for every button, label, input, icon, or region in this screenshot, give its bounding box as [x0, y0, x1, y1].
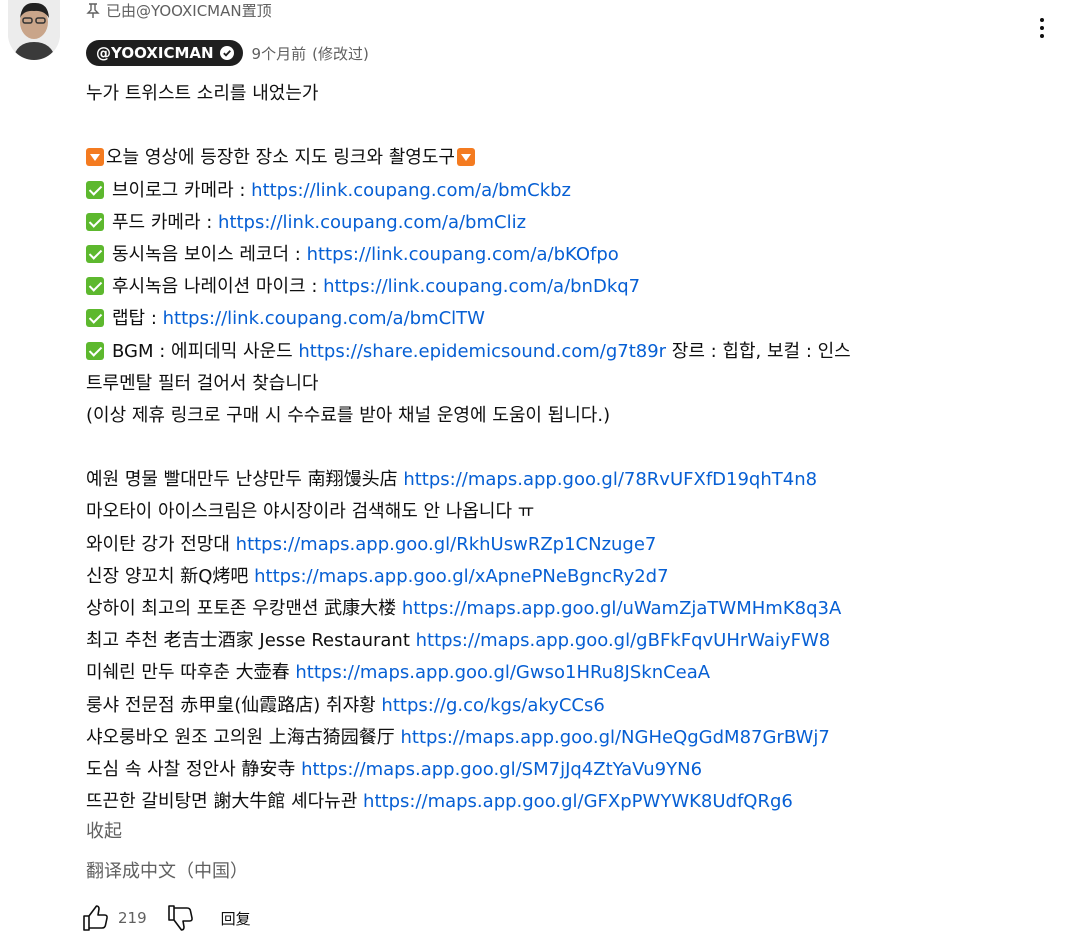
place-label: 뜨끈한 갈비탕면 謝大牛館 셰다뉴관 [86, 791, 364, 813]
place-label: 샤오룽바오 원조 고의원 上海古猗园餐厅 [86, 726, 401, 748]
pinned-indicator: 已由@YOOXICMAN置顶 [86, 0, 272, 22]
comment-line: 와이탄 강가 전망대 https://maps.app.goo.gl/RkhUs… [86, 529, 1046, 561]
comment-text: 누가 트위스트 소리를 내었는가 [86, 83, 319, 104]
comment-line: 브이로그 카메라 : https://link.coupang.com/a/bm… [86, 175, 1046, 207]
place-map-link[interactable]: https://maps.app.goo.gl/78RvUFXfD19qhT4n… [403, 469, 817, 490]
check-mark-button-emoji [86, 180, 104, 199]
place-map-link[interactable]: https://maps.app.goo.gl/gBFkFqvUHrWaiyFW… [416, 630, 831, 651]
orange-down-triangle-emoji [86, 148, 104, 167]
place-label: 신장 양꼬치 新Q烤吧 [86, 565, 255, 587]
place-label: 와이탄 강가 전망대 [86, 533, 236, 555]
gear-label: BGM : 에피데믹 사운드 [112, 340, 299, 362]
gear-link[interactable]: https://link.coupang.com/a/bnDkq7 [323, 276, 640, 297]
comment-meta: 9个月前 (修改过) [252, 43, 369, 64]
author-chip[interactable]: @YOOXICMAN [86, 40, 243, 66]
comment-line: 룽샤 전문점 赤甲皇(仙霞路店) 취쟈황 https://g.co/kgs/ak… [86, 690, 1046, 722]
reply-button[interactable]: 回复 [221, 908, 251, 929]
verified-check-icon [219, 46, 234, 60]
translate-button[interactable]: 翻译成中文（中国） [86, 857, 248, 883]
comment-text: (이상 제휴 링크로 구매 시 수수료를 받아 채널 운영에 도움이 됩니다.) [86, 404, 611, 426]
comment-text: 트루멘탈 필터 걸어서 찾습니다 [86, 372, 319, 394]
comment-line: BGM : 에피데믹 사운드 https://share.epidemicsou… [86, 336, 1046, 368]
gear-link[interactable]: https://share.epidemicsound.com/g7t89r [298, 341, 666, 362]
gear-link[interactable]: https://link.coupang.com/a/bmCliz [218, 212, 526, 233]
check-mark-button-emoji [86, 309, 104, 328]
place-map-link[interactable]: https://g.co/kgs/akyCCs6 [381, 695, 604, 716]
comment-line: 예원 명물 빨대만두 난샹만두 南翔馒头店 https://maps.app.g… [86, 464, 1046, 496]
gear-label: 동시녹음 보이스 레코더 : [112, 243, 307, 265]
place-map-link[interactable]: https://maps.app.goo.gl/RkhUswRZp1CNzuge… [236, 534, 657, 555]
gear-label: 후시녹음 나레이션 마이크 : [112, 276, 324, 298]
check-mark-button-emoji [86, 341, 104, 360]
gear-label: 브이로그 카메라 : [112, 179, 252, 201]
comment-line: 동시녹음 보이스 레코더 : https://link.coupang.com/… [86, 239, 1046, 271]
comment-line: 누가 트위스트 소리를 내었는가 [86, 78, 1046, 110]
comment-line: 오늘 영상에 등장한 장소 지도 링크와 촬영도구 [86, 142, 1046, 174]
comment-line: 미쉐린 만두 따후춘 大壶春 https://maps.app.goo.gl/G… [86, 657, 1046, 689]
section-heading: 오늘 영상에 등장한 장소 지도 링크와 촬영도구 [106, 147, 455, 169]
place-label: 상하이 최고의 포토존 우캉맨션 武康大楼 [86, 598, 402, 619]
edited-label: (修改过) [312, 44, 369, 63]
collapse-button[interactable]: 收起 [86, 817, 122, 843]
comment-time[interactable]: 9个月前 [252, 45, 307, 63]
place-map-link[interactable]: https://maps.app.goo.gl/Gwso1HRu8JSknCea… [295, 662, 710, 683]
place-map-link[interactable]: https://maps.app.goo.gl/NGHeQgGdM87GrBWj… [401, 727, 830, 748]
comment-line: 상하이 최고의 포토존 우캉맨션 武康大楼 https://maps.app.g… [86, 593, 1046, 625]
comment-line: (이상 제휴 링크로 구매 시 수수료를 받아 채널 운영에 도움이 됩니다.) [86, 400, 1046, 432]
comment-line: 최고 추천 老吉士酒家 Jesse Restaurant https://map… [86, 625, 1046, 657]
gear-label: 랩탑 : [112, 308, 163, 330]
dislike-button[interactable] [165, 903, 195, 933]
comment-text: 마오타이 아이스크림은 야시장이라 검색해도 안 나옵니다 ㅠ [86, 501, 535, 523]
comment-line: 신장 양꼬치 新Q烤吧 https://maps.app.goo.gl/xApn… [86, 561, 1046, 593]
check-mark-button-emoji [86, 212, 104, 231]
comment-line: 샤오룽바오 원조 고의원 上海古猗园餐厅 https://maps.app.go… [86, 722, 1046, 754]
like-count: 219 [118, 909, 147, 927]
place-label: 도심 속 사찰 정안사 静安寺 [86, 758, 302, 780]
more-actions-button[interactable] [1030, 14, 1054, 42]
gear-note: 장르 : 힙합, 보컬 : 인스 [666, 340, 851, 362]
comment-line: 후시녹음 나레이션 마이크 : https://link.coupang.com… [86, 271, 1046, 303]
more-vert-icon [1040, 18, 1044, 22]
comment-line: 도심 속 사찰 정안사 静安寺 https://maps.app.goo.gl/… [86, 754, 1046, 786]
gear-label: 푸드 카메라 : [112, 211, 219, 233]
place-label: 최고 추천 老吉士酒家 Jesse Restaurant [86, 630, 416, 652]
comment-line: 트루멘탈 필터 걸어서 찾습니다 [86, 368, 1046, 400]
place-map-link[interactable]: https://maps.app.goo.gl/xApnePNeBgncRy2d… [254, 566, 668, 587]
comment-line: 뜨끈한 갈비탕면 謝大牛館 셰다뉴관 https://maps.app.goo.… [86, 786, 1046, 818]
comment-header: @YOOXICMAN 9个月前 (修改过) [86, 40, 369, 66]
like-button[interactable] [80, 903, 110, 933]
comment-body: 누가 트위스트 소리를 내었는가오늘 영상에 등장한 장소 지도 링크와 촬영도… [86, 78, 1046, 818]
comment-line: 마오타이 아이스크림은 야시장이라 검색해도 안 나옵니다 ㅠ [86, 496, 1046, 528]
place-map-link[interactable]: https://maps.app.goo.gl/uWamZjaTWMHmK8q3… [402, 598, 841, 619]
check-mark-button-emoji [86, 277, 104, 296]
gear-link[interactable]: https://link.coupang.com/a/bmClTW [163, 308, 485, 329]
gear-link[interactable]: https://link.coupang.com/a/bmCkbz [251, 180, 571, 201]
place-label: 미쉐린 만두 따후춘 大壶春 [86, 662, 296, 684]
pinned-label: 已由@YOOXICMAN置顶 [106, 2, 272, 20]
thumb-up-icon [83, 905, 108, 931]
place-label: 룽샤 전문점 赤甲皇(仙霞路店) 취쟈황 [86, 694, 382, 716]
gear-link[interactable]: https://link.coupang.com/a/bKOfpo [307, 244, 619, 265]
thumb-down-icon [167, 905, 193, 931]
place-label: 예원 명물 빨대만두 난샹만두 南翔馒头店 [86, 469, 404, 491]
avatar[interactable] [8, 0, 60, 60]
check-mark-button-emoji [86, 244, 104, 263]
place-map-link[interactable]: https://maps.app.goo.gl/SM7jJq4ZtYaVu9YN… [301, 759, 702, 780]
comment-line: 푸드 카메라 : https://link.coupang.com/a/bmCl… [86, 207, 1046, 239]
author-handle[interactable]: @YOOXICMAN [96, 44, 214, 62]
comment-actions: 219 回复 [80, 902, 251, 934]
comment-line: 랩탑 : https://link.coupang.com/a/bmClTW [86, 303, 1046, 335]
orange-down-triangle-emoji [456, 148, 475, 167]
pin-icon [86, 3, 100, 18]
place-map-link[interactable]: https://maps.app.goo.gl/GFXpPWYWK8UdfQRg… [363, 791, 793, 812]
